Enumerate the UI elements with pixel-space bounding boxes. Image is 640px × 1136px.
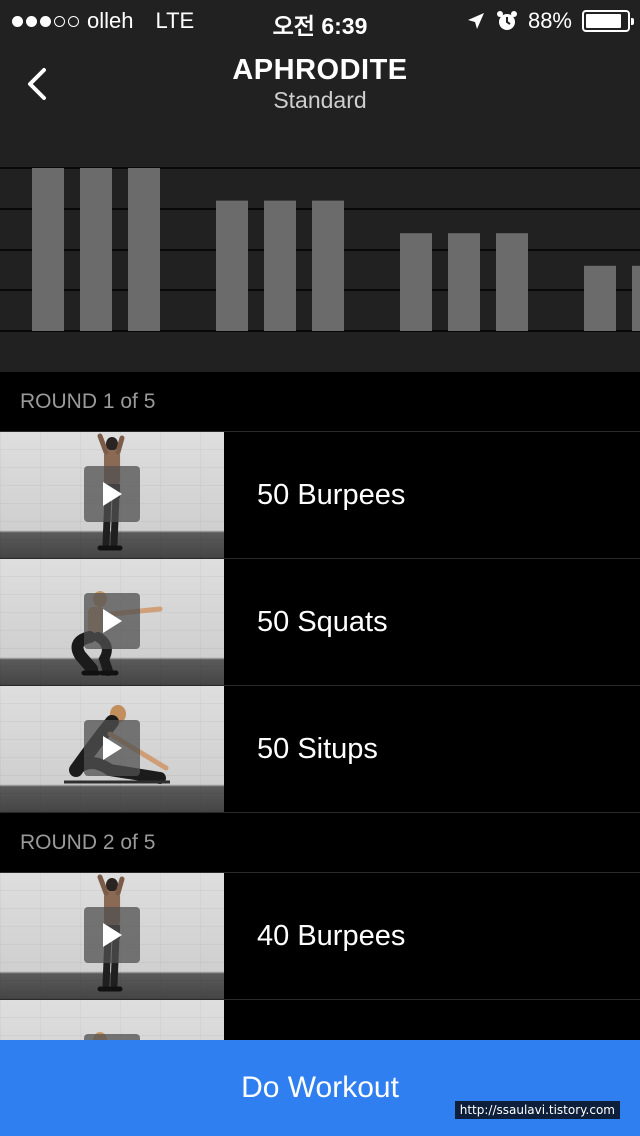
exercise-label: 50 Situps — [257, 733, 378, 765]
battery-icon — [582, 10, 634, 32]
exercise-thumbnail[interactable] — [0, 432, 224, 558]
exercise-row[interactable]: 50 Squats — [0, 559, 640, 686]
play-button[interactable] — [84, 907, 140, 963]
battery-percent: 88% — [527, 8, 572, 33]
play-icon — [103, 923, 122, 947]
alarm-icon — [496, 11, 517, 30]
chart-bar — [80, 168, 112, 331]
play-button[interactable] — [84, 593, 140, 649]
chart-bar — [400, 233, 432, 331]
exercise-label: 50 Squats — [257, 606, 388, 638]
watermark: http://ssaulavi.tistory.com — [454, 1101, 620, 1119]
play-icon — [103, 736, 122, 760]
workout-list[interactable]: ROUND 1 of 5 50 Burpees 50 Squats 50 Sit… — [0, 372, 640, 1040]
rep-volume-chart — [0, 130, 640, 372]
play-button[interactable] — [84, 466, 140, 522]
round-header: ROUND 1 of 5 — [0, 372, 640, 432]
chart-bar — [312, 200, 344, 331]
exercise-label: 40 Burpees — [257, 920, 406, 952]
battery-fill — [586, 14, 622, 28]
chart-svg — [0, 167, 640, 332]
round-header: ROUND 2 of 5 — [0, 813, 640, 873]
exercise-thumbnail[interactable] — [0, 873, 224, 999]
chart-bar — [632, 265, 640, 331]
chart-bar — [584, 265, 616, 331]
do-workout-button[interactable]: Do Workout — [0, 1040, 640, 1136]
exercise-row[interactable]: 50 Burpees — [0, 432, 640, 559]
play-button[interactable] — [84, 720, 140, 776]
play-icon — [103, 482, 122, 506]
chart-bar — [32, 168, 64, 331]
location-arrow-icon — [467, 13, 484, 29]
chart-bar — [496, 233, 528, 331]
workout-title: APHRODITE — [232, 54, 408, 86]
exercise-thumbnail[interactable] — [0, 559, 224, 685]
exercise-row[interactable]: 40 Burpees — [0, 873, 640, 1000]
app-screen: olleh LTE 오전 6:39 88% APHRODITE Standard… — [0, 0, 640, 1136]
nav-header: APHRODITE Standard — [0, 40, 640, 130]
exercise-row[interactable]: 50 Situps — [0, 686, 640, 813]
status-bar: olleh LTE 오전 6:39 88% — [0, 0, 640, 40]
exercise-row[interactable] — [0, 1000, 640, 1040]
play-icon — [103, 609, 122, 633]
chart-bar — [128, 168, 160, 331]
chart-bar — [448, 233, 480, 331]
chart-bar — [216, 200, 248, 331]
workout-subtitle: Standard — [273, 87, 367, 113]
status-right: 88% — [466, 8, 634, 34]
chart-bar — [264, 200, 296, 331]
exercise-label: 50 Burpees — [257, 479, 406, 511]
exercise-thumbnail[interactable] — [0, 1000, 224, 1040]
exercise-thumbnail[interactable] — [0, 686, 224, 812]
